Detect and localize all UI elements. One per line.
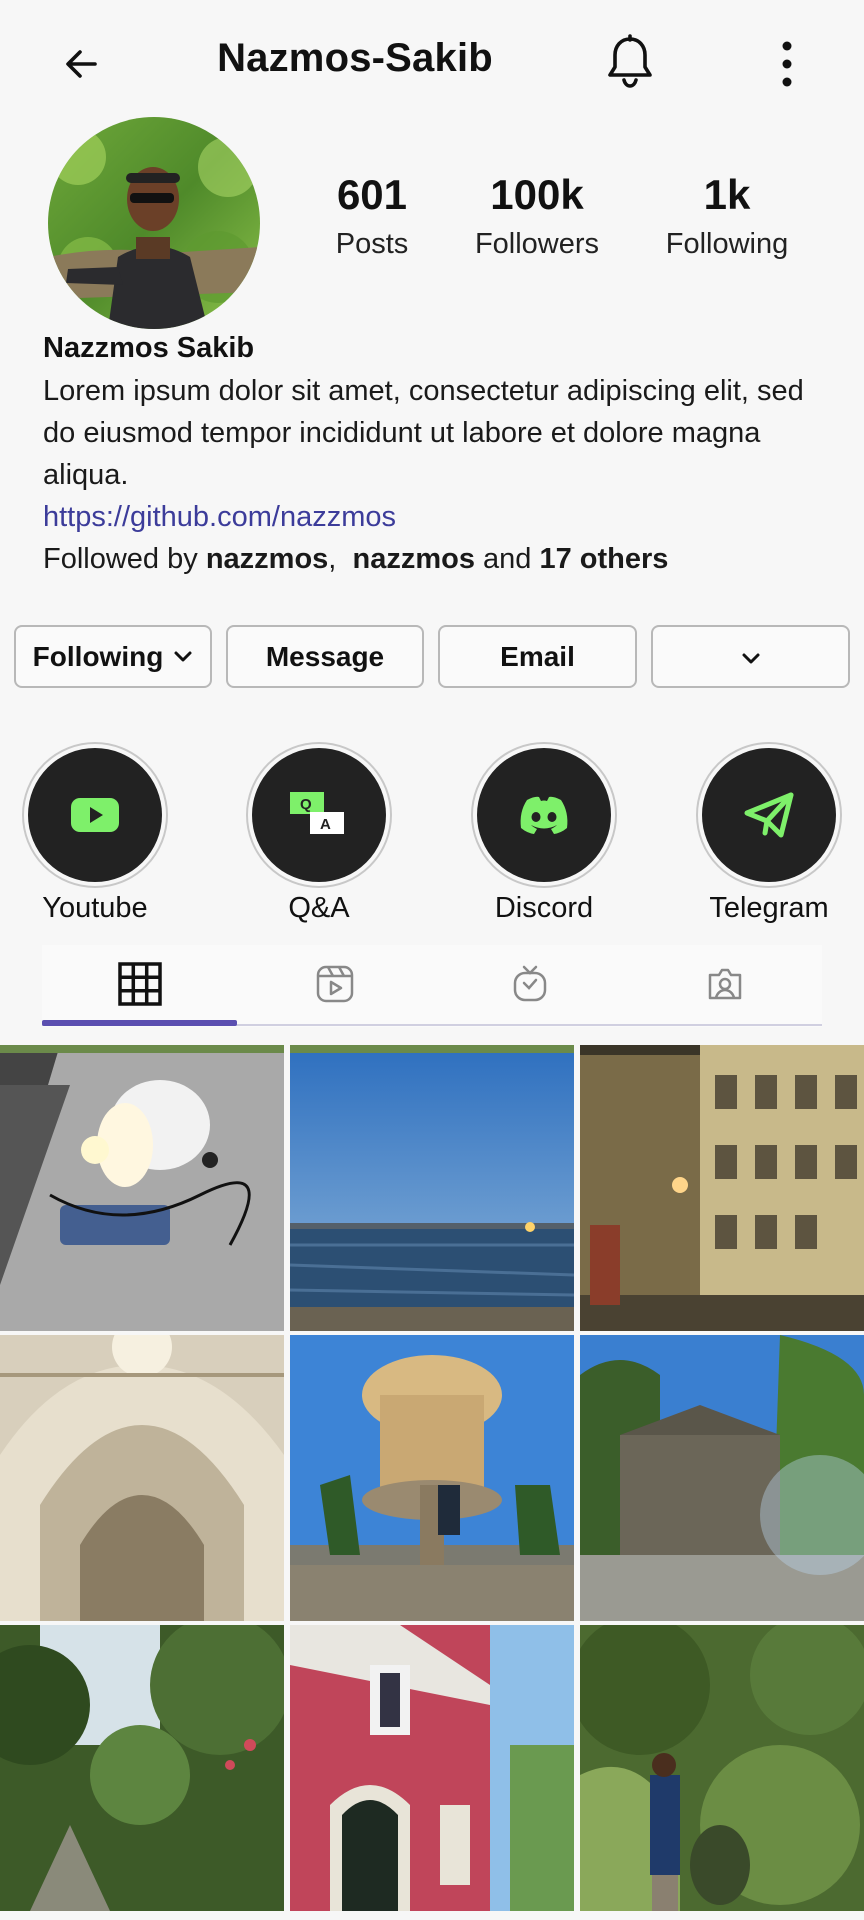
highlight-label: Youtube xyxy=(42,892,148,924)
posts-label: Posts xyxy=(335,228,409,261)
following-button-label: Following xyxy=(32,640,164,672)
tab-posts-grid[interactable] xyxy=(42,945,237,1027)
reels-icon xyxy=(316,965,354,1008)
message-button[interactable]: Message xyxy=(226,625,424,688)
email-button-label: Email xyxy=(500,640,575,672)
youtube-icon xyxy=(28,748,162,882)
top-bar: Nazmos-Sakib xyxy=(0,0,864,125)
following-button[interactable]: Following xyxy=(14,625,212,688)
followed-by-user: nazzmos xyxy=(352,543,475,575)
followed-by-others: 17 others xyxy=(539,543,669,575)
highlight-telegram[interactable]: Telegram xyxy=(694,742,844,925)
content-tabs xyxy=(42,945,822,1027)
post-thumbnail[interactable] xyxy=(580,1335,864,1621)
followed-by-prefix: Followed by xyxy=(43,543,198,575)
qa-icon: QA xyxy=(252,748,386,882)
grid-icon xyxy=(117,961,162,1011)
message-button-label: Message xyxy=(265,640,385,672)
bio-description: Lorem ipsum dolor sit amet, consectetur … xyxy=(43,375,804,491)
avatar[interactable] xyxy=(48,117,260,329)
following-label: Following xyxy=(665,228,789,261)
active-tab-indicator xyxy=(42,1020,237,1026)
highlight-ring xyxy=(696,742,842,888)
telegram-icon xyxy=(702,748,836,882)
followed-by-separator: , xyxy=(328,543,337,575)
bell-icon[interactable] xyxy=(600,32,660,92)
highlight-ring: QA xyxy=(246,742,392,888)
followers-count: 100k xyxy=(490,171,584,218)
svg-text:A: A xyxy=(320,816,331,833)
following-count: 1k xyxy=(703,171,751,218)
highlight-qa[interactable]: QA Q&A xyxy=(244,742,394,925)
bio-section: Nazzmos Sakib Lorem ipsum dolor sit amet… xyxy=(43,330,843,580)
bio-link[interactable]: https://github.com/nazzmos xyxy=(43,496,843,538)
post-thumbnail[interactable] xyxy=(580,1625,864,1911)
tab-igtv[interactable] xyxy=(432,945,627,1027)
highlight-label: Telegram xyxy=(709,892,829,924)
profile-name: Nazzmos Sakib xyxy=(43,332,255,364)
highlight-ring xyxy=(471,742,617,888)
followers-label: Followers xyxy=(474,228,600,261)
chevron-down-icon xyxy=(741,641,761,673)
post-thumbnail[interactable] xyxy=(290,1625,574,1911)
highlight-youtube[interactable]: Youtube xyxy=(20,742,170,925)
post-thumbnail[interactable] xyxy=(580,1045,864,1331)
discord-icon xyxy=(477,748,611,882)
posts-count: 601 xyxy=(336,171,408,218)
post-thumbnail[interactable] xyxy=(290,1045,574,1331)
more-vertical-icon[interactable] xyxy=(765,36,809,92)
svg-text:Q: Q xyxy=(300,796,312,813)
posts-stat[interactable]: 601 Posts xyxy=(322,171,422,261)
igtv-icon xyxy=(512,965,548,1008)
highlight-discord[interactable]: Discord xyxy=(469,742,619,925)
post-thumbnail[interactable] xyxy=(0,1625,284,1911)
post-thumbnail[interactable] xyxy=(290,1335,574,1621)
chevron-down-icon xyxy=(173,650,193,664)
email-button[interactable]: Email xyxy=(438,625,637,688)
profile-page: Nazmos-Sakib 601 Posts 100k Followers 1k… xyxy=(0,0,864,1920)
followed-by-and: and xyxy=(483,543,532,575)
suggestions-dropdown-button[interactable] xyxy=(651,625,850,688)
tab-tagged[interactable] xyxy=(627,945,822,1027)
highlight-ring xyxy=(22,742,168,888)
following-stat[interactable]: 1k Following xyxy=(652,171,802,261)
tab-reels[interactable] xyxy=(237,945,432,1027)
highlight-label: Q&A xyxy=(288,892,350,924)
followers-stat[interactable]: 100k Followers xyxy=(462,171,612,261)
posts-grid xyxy=(0,1045,864,1920)
highlight-label: Discord xyxy=(494,892,594,924)
followed-by-user: nazzmos xyxy=(205,543,329,575)
followed-by-text[interactable]: Followed by nazzmos, nazzmos and 17 othe… xyxy=(43,538,843,580)
post-thumbnail[interactable] xyxy=(0,1045,284,1331)
post-thumbnail[interactable] xyxy=(0,1335,284,1621)
tagged-icon xyxy=(707,967,743,1006)
